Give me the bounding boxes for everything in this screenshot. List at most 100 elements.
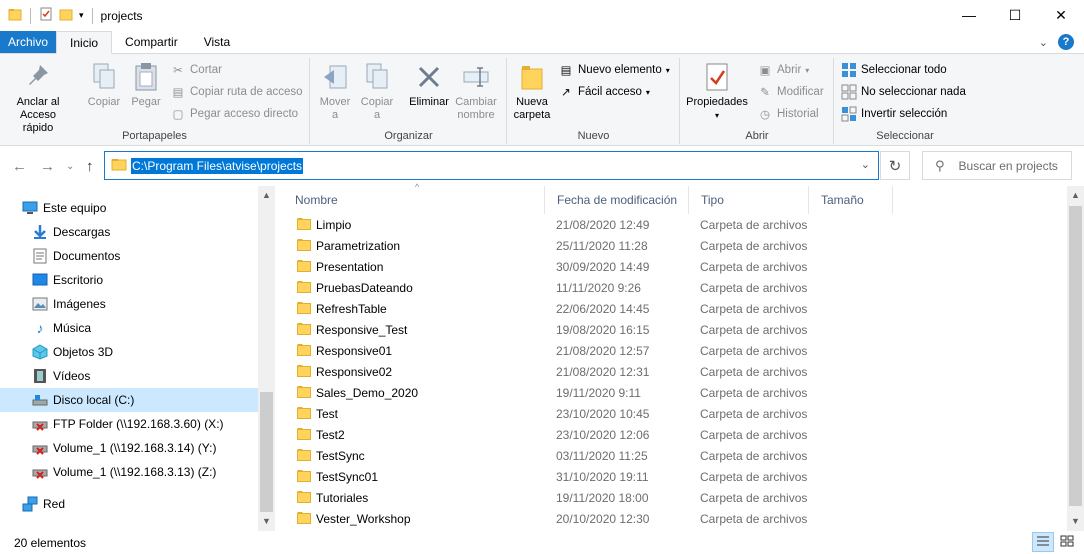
column-header-fecha[interactable]: Fecha de modificación [545,186,689,214]
customize-qat-dropdown-icon[interactable]: ▾ [79,10,84,21]
file-type: Carpeta de archivos [700,427,808,442]
file-type: Carpeta de archivos [700,259,808,274]
search-box[interactable]: ⚲ Buscar en projects [922,151,1072,180]
table-row[interactable]: TestSync 03/11/2020 11:25 Carpeta de archi… [283,445,1062,466]
nav-item-red[interactable]: Red [0,492,258,516]
nav-pane-scrollbar[interactable]: ▲ ▼ [258,186,275,531]
file-name: Limpio [316,217,352,232]
cut-button[interactable]: ✂ Cortar [170,62,222,78]
history-label: Historial [777,108,819,120]
scroll-down-icon[interactable]: ▼ [258,516,275,526]
table-row[interactable]: Sales_Demo_2020 19/11/2020 9:11 Carpeta de… [283,382,1062,403]
table-row[interactable]: Responsive_Test 19/08/2020 16:15 Carpeta d… [283,319,1062,340]
copy-path-button[interactable]: ▤ Copiar ruta de acceso [170,84,303,100]
scrollbar-thumb[interactable] [1069,206,1082,506]
nav-label: FTP Folder (\\192.168.3.60) (X:) [53,417,224,431]
nav-item-videos[interactable]: Vídeos [0,364,258,388]
properties-button[interactable]: Propiedades ▾ [685,60,749,122]
paste-shortcut-button[interactable]: ▢ Pegar acceso directo [170,106,298,122]
scroll-up-icon[interactable]: ▲ [1067,190,1084,200]
close-button[interactable]: ✕ [1038,0,1084,30]
nav-label: Vídeos [53,369,91,383]
column-header-tipo[interactable]: Tipo [689,186,809,214]
nav-item-volume-z[interactable]: Volume_1 (\\192.168.3.13) (Z:) [0,460,258,484]
table-row[interactable]: Responsive01 21/08/2020 12:57 Carpeta de a… [283,340,1062,361]
column-header-nombre[interactable]: Nombre [283,186,545,214]
table-row[interactable]: Presentation 30/09/2020 14:49 Carpeta de a… [283,256,1062,277]
maximize-button[interactable]: ☐ [992,0,1038,30]
table-row[interactable]: Test2 23/10/2020 12:06 Carpeta de archivos [283,424,1062,445]
move-to-icon [319,60,351,94]
file-list-scrollbar[interactable]: ▲ ▼ [1067,186,1084,531]
paste-button[interactable]: Pegar [128,60,164,109]
table-row[interactable]: Test 23/10/2020 10:45 Carpeta de archivos [283,403,1062,424]
tab-archivo[interactable]: Archivo [0,31,57,53]
expand-ribbon-icon[interactable]: ⌄ [1039,36,1048,49]
table-row[interactable]: Responsive02 21/08/2020 12:31 Carpeta de a… [283,361,1062,382]
copy-to-button[interactable]: Copiar a [357,60,397,122]
properties-icon[interactable] [39,7,53,24]
address-dropdown-icon[interactable]: ⌄ [861,158,870,171]
large-icons-view-button[interactable] [1056,532,1078,552]
address-bar[interactable]: C:\Program Files\atvise\projects ⌄ [104,151,879,180]
forward-arrow-icon[interactable]: → [40,158,55,175]
nav-item-objetos-3d[interactable]: Objetos 3D [0,340,258,364]
tab-vista[interactable]: Vista [191,31,243,53]
tab-compartir[interactable]: Compartir [112,31,191,53]
table-row[interactable]: RefreshTable 22/06/2020 14:45 Carpeta de a… [283,298,1062,319]
nav-item-volume-y[interactable]: Volume_1 (\\192.168.3.14) (Y:) [0,436,258,460]
paste-shortcut-label: Pegar acceso directo [190,108,299,120]
recent-locations-icon[interactable]: ⌄ [66,161,74,172]
nav-item-ftp-folder[interactable]: FTP Folder (\\192.168.3.60) (X:) [0,412,258,436]
scroll-up-icon[interactable]: ▲ [258,190,275,200]
address-path[interactable]: C:\Program Files\atvise\projects [131,157,304,174]
history-button[interactable]: ◷ Historial [757,106,819,122]
nav-item-escritorio[interactable]: Escritorio [0,268,258,292]
rename-button[interactable]: Cambiar nombre [453,60,499,122]
new-item-button[interactable]: ▤ Nuevo elemento ▾ [558,62,670,78]
pin-quick-access-button[interactable]: Anclar al Acceso rápido [6,60,70,135]
refresh-button[interactable]: ↻ [880,151,910,180]
table-row[interactable]: Limpio 21/08/2020 12:49 Carpeta de archivo… [283,214,1062,235]
scrollbar-thumb[interactable] [260,392,273,512]
paste-shortcut-icon: ▢ [172,109,184,121]
new-folder-button[interactable]: Nueva carpeta [510,60,554,122]
column-header-tamano[interactable]: Tamaño [809,186,893,214]
nav-item-documentos[interactable]: Documentos [0,244,258,268]
invert-selection-button[interactable]: Invertir selección [841,106,947,122]
copy-button[interactable]: Copiar [84,60,124,109]
folder-icon [297,280,311,296]
easy-access-button[interactable]: ↗ Fácil acceso ▾ [558,84,650,100]
help-icon[interactable]: ? [1058,34,1074,50]
delete-button[interactable]: Eliminar [407,60,451,109]
table-row[interactable]: PruebasDateando 11/11/2020 9:26 Carpeta de… [283,277,1062,298]
paste-icon [130,60,162,94]
new-folder-icon[interactable] [59,7,73,24]
open-button[interactable]: ▣ Abrir ▾ [757,62,810,78]
group-nuevo: Nueva carpeta ▤ Nuevo elemento ▾ ↗ Fácil… [508,58,680,144]
nav-item-descargas[interactable]: Descargas [0,220,258,244]
nav-item-imagenes[interactable]: Imágenes [0,292,258,316]
edit-button[interactable]: ✎ Modificar [757,84,823,100]
scroll-down-icon[interactable]: ▼ [1067,516,1084,526]
nav-item-este-equipo[interactable]: Este equipo [0,196,258,220]
select-none-button[interactable]: No seleccionar nada [841,84,966,100]
nav-item-disco-local[interactable]: Disco local (C:) [0,388,258,412]
table-row[interactable]: Tutoriales 19/11/2020 18:00 Carpeta de arc… [283,487,1062,508]
select-all-button[interactable]: Seleccionar todo [841,62,947,78]
up-arrow-icon[interactable]: ↑ [86,158,94,175]
nav-item-musica[interactable]: ♪ Música [0,316,258,340]
window-title: projects [100,8,143,23]
table-row[interactable]: Parametrization 25/11/2020 11:28 Carpeta d… [283,235,1062,256]
properties-icon [701,60,733,94]
file-name-cell: Parametrization [297,238,400,254]
table-row[interactable]: TestSync01 31/10/2020 19:11 Carpeta de arc… [283,466,1062,487]
tab-inicio[interactable]: Inicio [56,31,113,54]
back-arrow-icon[interactable]: ← [12,158,27,175]
minimize-button[interactable]: — [946,0,992,30]
move-to-button[interactable]: Mover a [315,60,355,122]
table-row[interactable]: Vester_Workshop 20/10/2020 12:30 Carpeta d… [283,508,1062,529]
properties-label: Propiedades [686,96,748,108]
folder-icon [297,217,311,233]
details-view-button[interactable] [1032,532,1054,552]
